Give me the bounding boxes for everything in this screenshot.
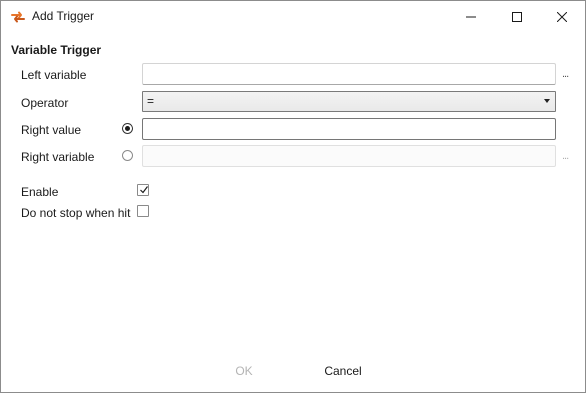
right-variable-label: Right variable — [21, 150, 95, 164]
close-icon — [557, 11, 567, 22]
operator-label: Operator — [21, 96, 69, 110]
right-value-radio[interactable] — [122, 123, 133, 134]
add-trigger-dialog: Add Trigger Variable Trigger Left variab… — [0, 0, 586, 393]
left-variable-input[interactable] — [142, 63, 556, 85]
right-variable-input[interactable] — [142, 145, 556, 167]
right-value-label: Right value — [21, 123, 82, 137]
maximize-button[interactable] — [494, 1, 540, 32]
close-button[interactable] — [539, 1, 585, 32]
enable-label: Enable — [21, 185, 59, 199]
enable-checkbox[interactable] — [137, 184, 149, 196]
arrow-exchange-icon — [10, 9, 26, 25]
minimize-icon — [466, 16, 476, 17]
cancel-button[interactable]: Cancel — [313, 361, 373, 381]
maximize-icon — [512, 11, 522, 22]
left-variable-label: Left variable — [21, 68, 87, 82]
window-title: Add Trigger — [32, 9, 95, 23]
chevron-down-icon — [544, 99, 550, 103]
section-title: Variable Trigger — [11, 43, 102, 57]
ok-button[interactable]: OK — [214, 361, 274, 381]
right-variable-browse-button[interactable]: ... — [562, 150, 569, 162]
minimize-button[interactable] — [448, 1, 494, 32]
radio-selected-dot — [125, 126, 130, 131]
checkmark-icon — [140, 186, 148, 194]
do-not-stop-checkbox[interactable] — [137, 205, 149, 217]
left-variable-browse-button[interactable]: ... — [562, 68, 569, 80]
operator-selected-value: = — [147, 94, 155, 108]
dialog-content: Variable Trigger Left variable ... Opera… — [1, 32, 585, 392]
right-value-input[interactable] — [142, 118, 556, 140]
title-bar[interactable]: Add Trigger — [1, 1, 585, 32]
do-not-stop-label: Do not stop when hit — [21, 206, 131, 220]
right-variable-radio[interactable] — [122, 150, 133, 161]
operator-select[interactable]: = — [142, 91, 556, 112]
